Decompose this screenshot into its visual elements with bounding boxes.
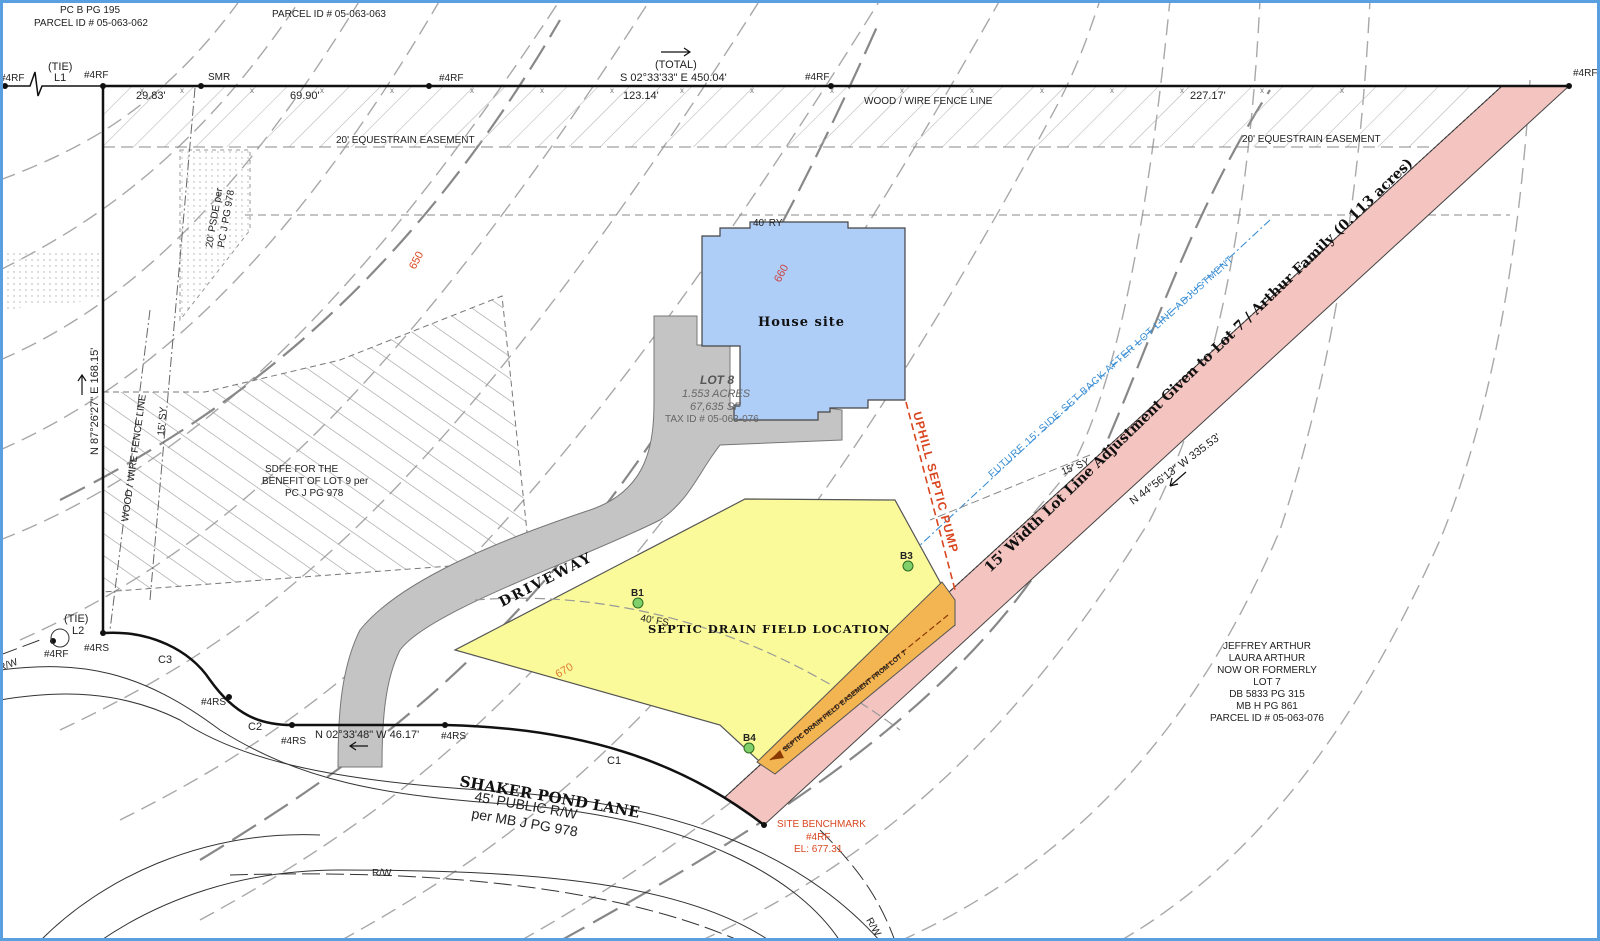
west-bearing-label: N 87°26'27" E 168.15' [89,348,101,455]
svg-text:x: x [390,86,394,95]
rf-label-4: #4RF [1573,68,1597,79]
svg-text:x: x [1040,86,1044,95]
svg-text:x: x [540,86,544,95]
lot-acres: 1.553 ACRES [682,388,751,400]
seg4-label: 227.17' [1190,90,1226,102]
c2-label: C2 [248,721,262,733]
equestrian-right-label: 20' EQUESTRAIN EASEMENT [1242,134,1381,145]
boring-b4 [743,742,755,754]
owner-line: MB H PG 861 [1236,701,1298,712]
lot-sf: 67,635 SF [690,401,742,413]
seg1-label: 29.83' [136,90,166,102]
svg-text:x: x [680,86,684,95]
lot-tax: TAX ID # 05-063-076 [665,414,759,425]
lot-name: LOT 8 [700,373,734,387]
rw-label-bottom: R/W [372,868,392,879]
seg3-label: 123.14' [623,90,659,102]
sdfe-label-3: PC J PG 978 [285,488,344,499]
svg-text:x: x [1340,86,1344,95]
boring-b3-label: B3 [900,551,913,562]
boring-b4-label: B4 [743,733,756,744]
rf-label-left: #4RF [0,73,24,84]
sdfe-label-1: SDFE FOR THE [265,464,338,475]
svg-text:x: x [900,86,904,95]
boring-b1 [632,597,644,609]
left-parcel-label: PARCEL ID # 05-063-062 [34,18,148,29]
svg-text:x: x [970,86,974,95]
rs-label-4: #4RS [441,731,466,742]
c1-label: C1 [607,755,621,767]
svg-text:x: x [470,86,474,95]
rs-label-2: #4RS [201,697,226,708]
benchmark-mark: #4RF [806,832,830,843]
c3-label: C3 [158,654,172,666]
l2-label: L2 [72,625,84,637]
svg-text:x: x [180,86,184,95]
boring-b1-label: B1 [631,588,644,599]
owner-line: PARCEL ID # 05-063-076 [1210,713,1324,724]
total-label: (TOTAL) [655,59,697,71]
septic-label: SEPTIC DRAIN FIELD LOCATION [648,622,891,636]
rs-label-1: #4RS [84,643,109,654]
left-pc-label: PC B PG 195 [60,5,120,16]
svg-text:x: x [750,86,754,95]
tie-label-bottom: (TIE) [64,613,88,625]
rf-label-5: #4RF [44,649,68,660]
benchmark-title: SITE BENCHMARK [777,819,866,830]
sdfe-label-2: BENEFIT OF LOT 9 per [262,476,369,487]
street-bearing-label: N 02°33'48" W 46.17' [315,729,419,741]
bearing-top-label: S 02°33'33" E 450.04' [620,72,727,84]
equestrian-left-label: 20' EQUESTRAIN EASEMENT [336,135,475,146]
owner-line: DB 5833 PG 315 [1229,689,1305,700]
l1-label: L1 [54,72,66,84]
owner-line: JEFFREY ARTHUR [1223,641,1311,652]
owner-line: LOT 7 [1253,677,1281,688]
svg-text:x: x [1110,86,1114,95]
svg-text:x: x [1260,86,1264,95]
owner-line: LAURA ARTHUR [1229,653,1306,664]
rf-label-3: #4RF [805,72,829,83]
svg-text:x: x [1180,86,1184,95]
boring-b3 [902,560,914,572]
rf-label-2: #4RF [439,73,463,84]
svg-text:x: x [320,86,324,95]
owner-line: NOW OR FORMERLY [1217,665,1317,676]
svg-text:x: x [610,86,614,95]
ry-label: 40' RY [753,218,783,229]
svg-text:x: x [250,86,254,95]
benchmark-el: EL: 677.31 [794,844,843,855]
house-site-label: House site [758,315,845,330]
mid-parcel-label: PARCEL ID # 05-063-063 [272,9,386,20]
fence-top-label: WOOD / WIRE FENCE LINE [864,96,993,107]
rs-label-3: #4RS [281,736,306,747]
smr-label: SMR [208,72,230,83]
seg2-label: 69.90' [290,90,320,102]
rf-label-1: #4RF [84,70,108,81]
site-plan-map: xxxx xxxx xxxx xxxx xx PC B PG 195 PARCE… [0,0,1600,941]
